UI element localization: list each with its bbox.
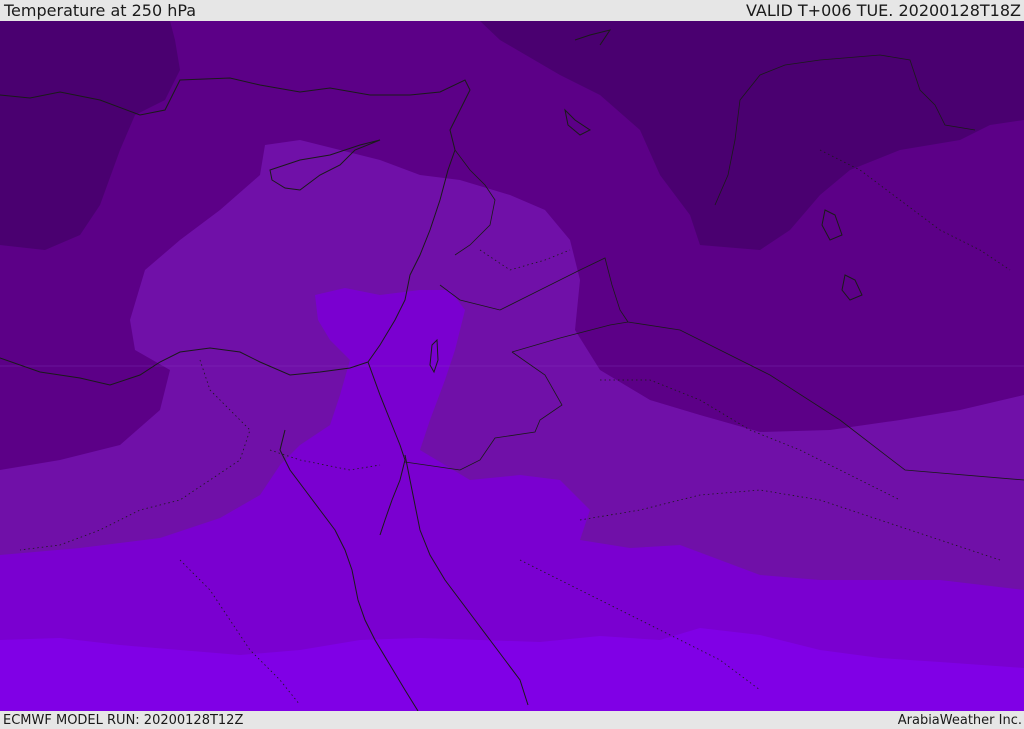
valid-time: VALID T+006 TUE. 20200128T18Z	[745, 1, 1021, 20]
map-canvas	[0, 21, 1024, 711]
credit: ArabiaWeather Inc.	[897, 712, 1022, 728]
map-title: Temperature at 250 hPa	[4, 1, 197, 20]
temperature-map[interactable]	[0, 21, 1024, 711]
footer-bar: ECMWF MODEL RUN: 20200128T12Z ArabiaWeat…	[0, 711, 1024, 729]
header-bar: Temperature at 250 hPa VALID T+006 TUE. …	[0, 0, 1024, 21]
model-run: ECMWF MODEL RUN: 20200128T12Z	[3, 712, 244, 728]
